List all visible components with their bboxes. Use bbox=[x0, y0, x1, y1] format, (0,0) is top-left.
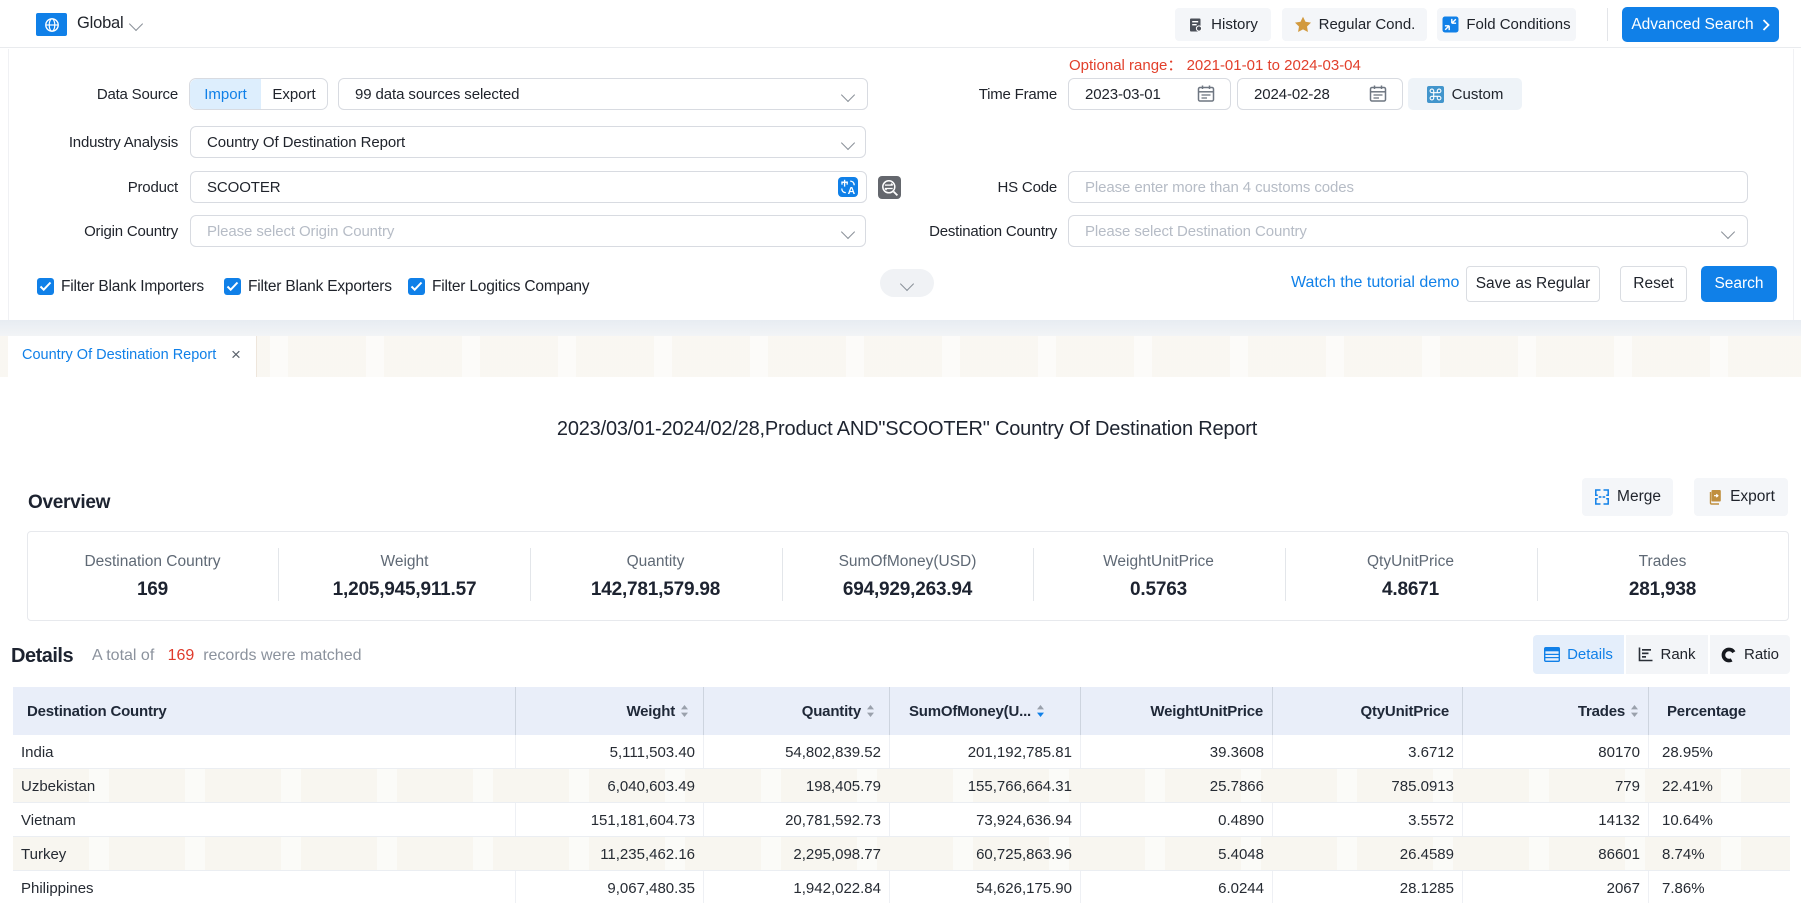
svg-text:A: A bbox=[848, 185, 856, 197]
